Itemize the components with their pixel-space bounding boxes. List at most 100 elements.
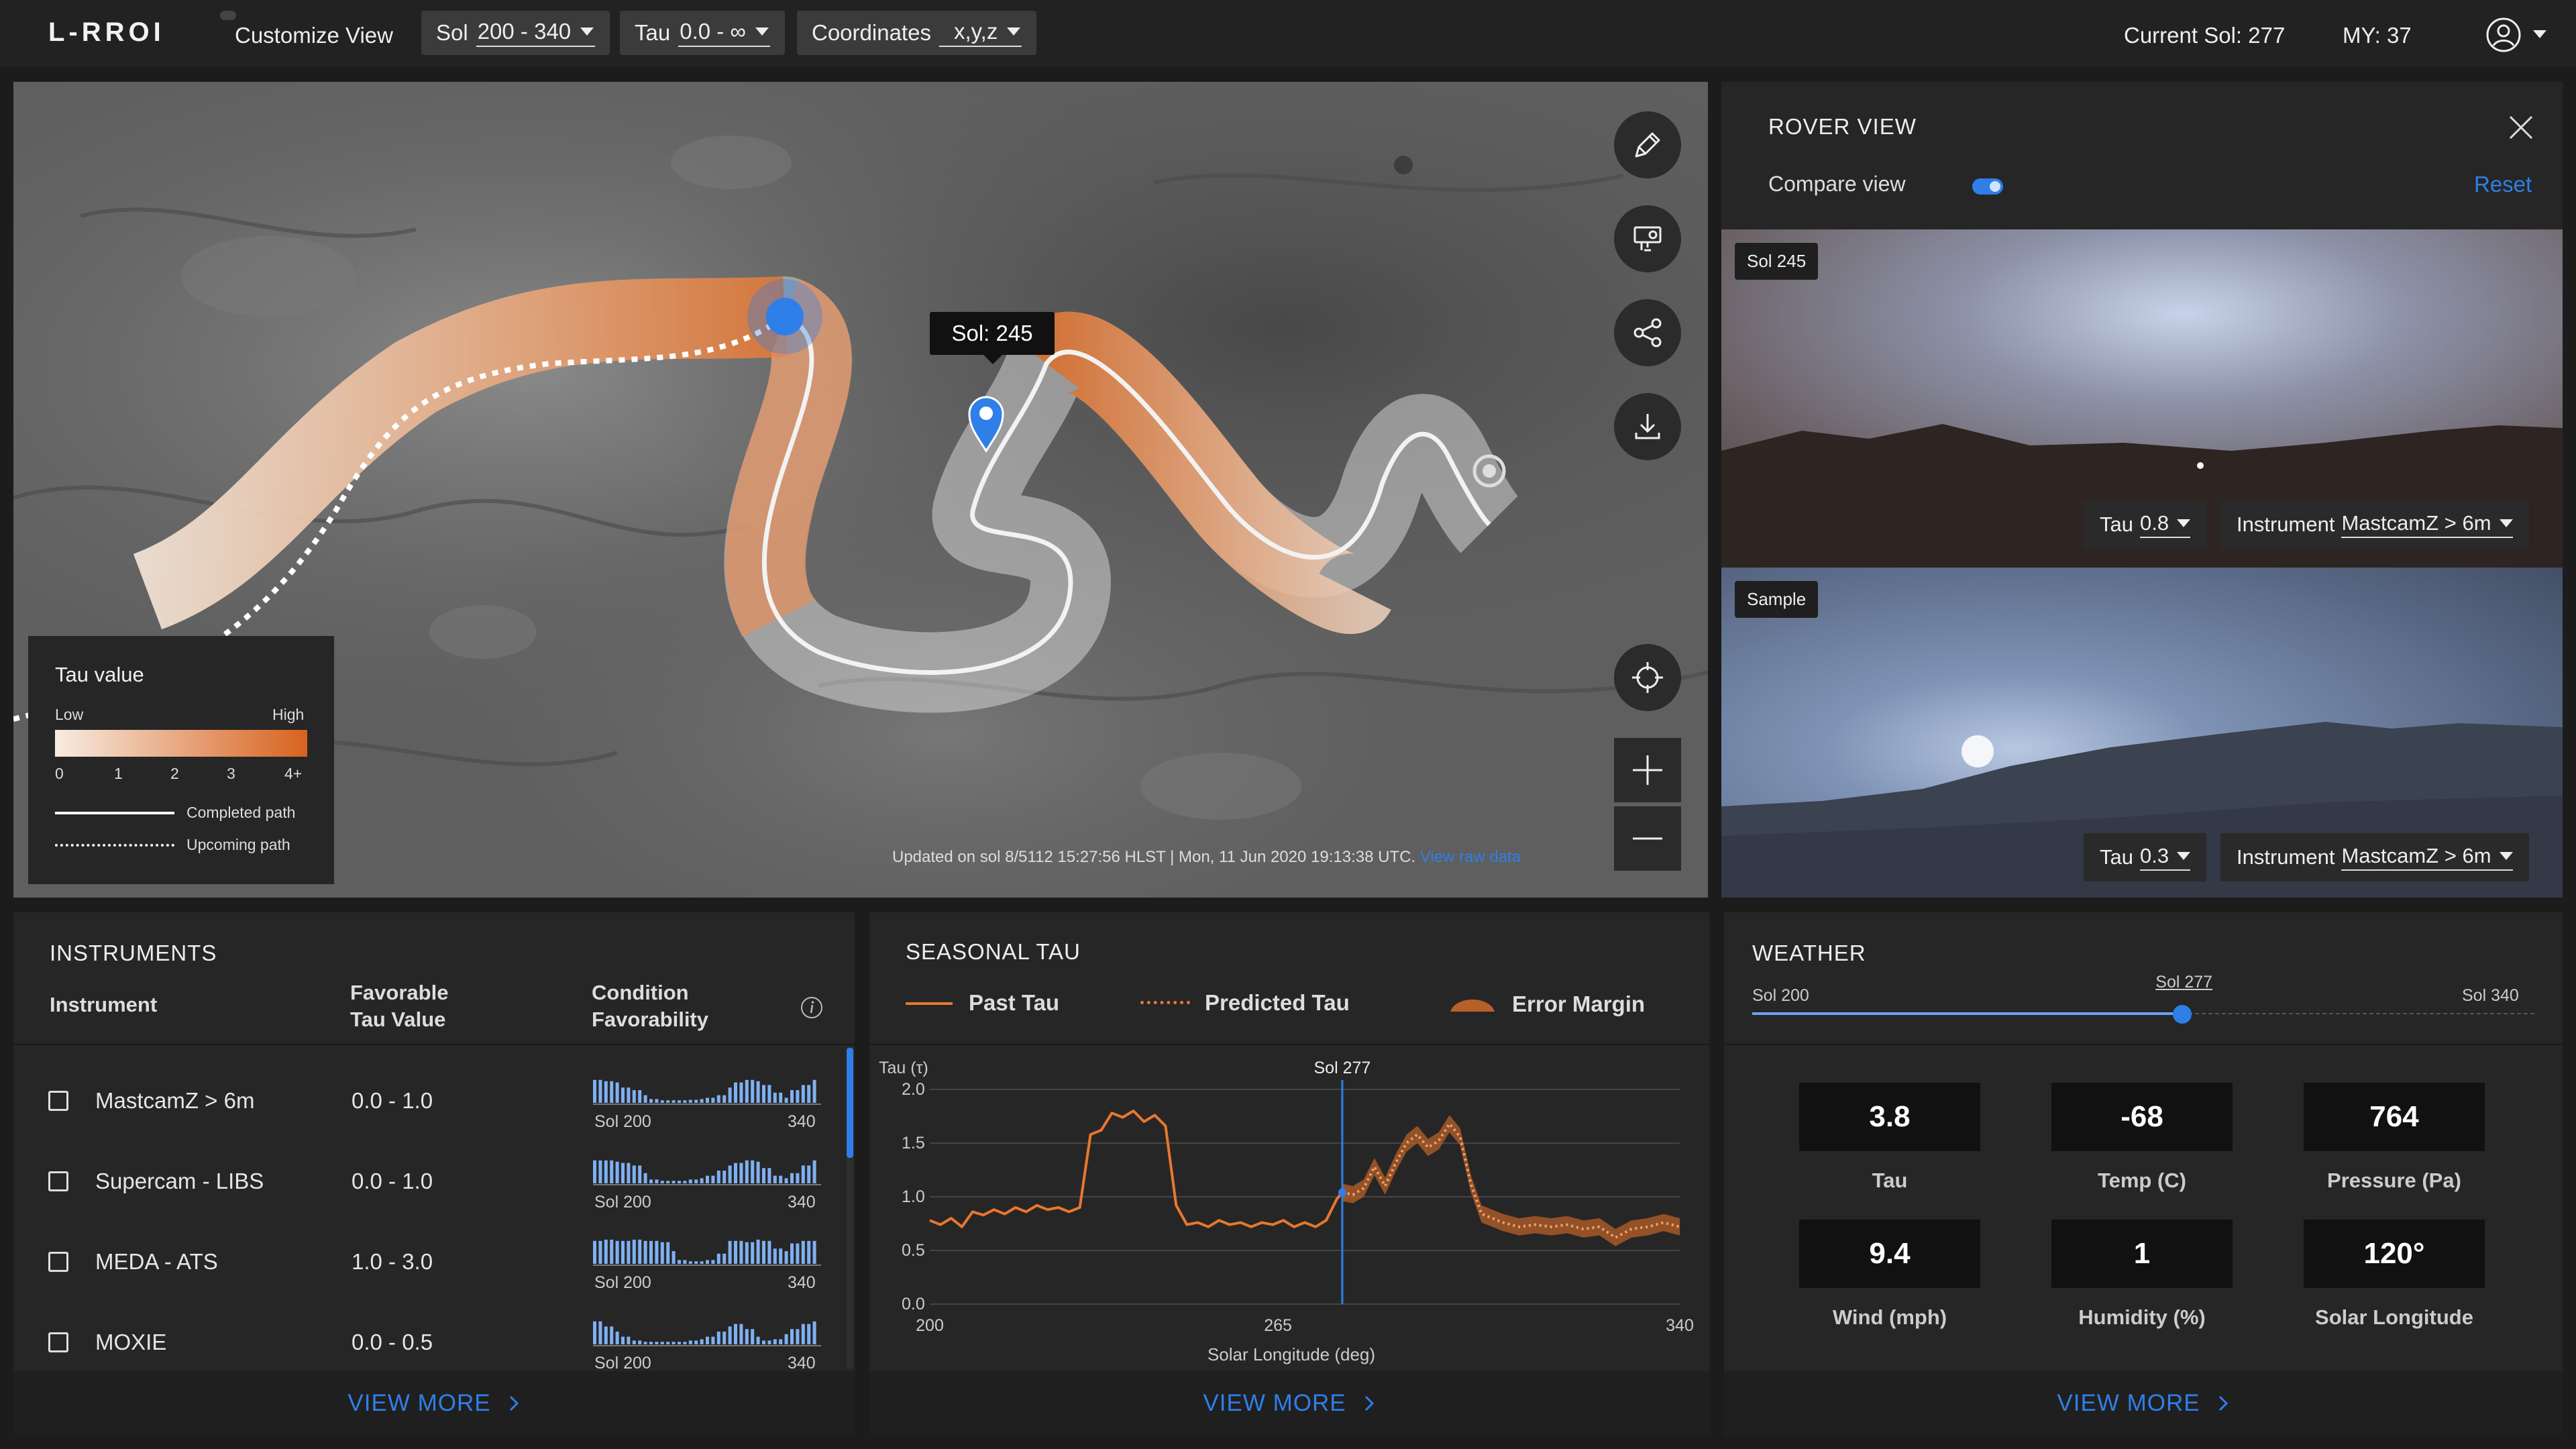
sparkline-bar [773,1339,777,1344]
user-account-icon[interactable] [2485,16,2522,54]
legend-high: High [272,706,305,723]
y-tick-label: 0.5 [902,1241,925,1260]
pen-tool-icon [1635,132,1660,158]
sparkline-bar [688,1261,692,1264]
share-button[interactable] [1614,299,1681,366]
current-sol-point [1338,1188,1346,1197]
weather-view-more[interactable]: VIEW MORE [1724,1371,2563,1436]
sol-filter-label: Sol [436,20,468,45]
sparkline-bar [739,1163,743,1183]
user-menu-chevron-icon[interactable] [2533,30,2546,38]
customize-toggle[interactable] [220,11,236,20]
customize-view-button[interactable]: Customize View [235,23,393,48]
chevron-down-icon [755,28,769,36]
favorable-tau-range: 0.0 - 1.0 [352,1169,433,1193]
chevron-down-icon [2499,852,2513,860]
close-icon[interactable] [2506,113,2536,142]
download-button[interactable] [1614,393,1681,460]
photo-tau-select[interactable]: Tau 0.8 [2084,500,2207,549]
sparkline-bar [756,1239,760,1264]
sparkline-start-label: Sol 200 [594,1354,651,1373]
sparkline-bar [598,1160,602,1183]
info-icon[interactable] [800,996,824,1020]
view-raw-data-link[interactable]: View raw data [1420,848,1521,866]
sparkline-bar [756,1161,760,1183]
sparkline-bar [762,1168,765,1183]
sparkline-bar [688,1179,692,1183]
sparkline-bar [593,1079,596,1103]
sparkline-bar [706,1175,709,1183]
favorability-sparkline [593,1239,821,1266]
table-row: Supercam - LIBS 0.0 - 1.0 Sol 200 340 [13,1146,839,1220]
compare-view-toggle[interactable] [1972,178,2003,195]
table-row: MOXIE 0.0 - 0.5 Sol 200 340 [13,1307,839,1381]
sparkline-bar [779,1339,783,1344]
sample-instrument-select[interactable]: Instrument MastcamZ > 6m [2220,833,2529,881]
tau-legend: Tau value Low High 0 1 2 3 4+ Completed … [28,636,334,884]
sparkline-bar [593,1321,596,1344]
sparkline-bar [762,1240,765,1264]
pen-tool-button[interactable] [1614,111,1681,178]
weather-label: Solar Longitude [2315,1305,2473,1329]
sparkline-bar [807,1240,811,1264]
x-tick-label: 340 [1666,1316,1694,1335]
instrument-checkbox[interactable] [48,1332,68,1352]
instrument-checkbox[interactable] [48,1252,68,1272]
reset-button[interactable]: Reset [2474,172,2532,197]
tau-filter-label: Tau [635,20,671,45]
seasonal-view-more[interactable]: VIEW MORE [869,1371,1709,1436]
header-divider [1724,1044,2563,1045]
crosshair-icon [1632,662,1663,693]
sparkline-bar [801,1240,805,1264]
error-margin-swatch [1450,1000,1495,1012]
legend-past-tau: Past Tau [969,990,1060,1015]
projector-button[interactable] [1614,205,1681,272]
zoom-in-button[interactable] [1614,738,1681,802]
sparkline-bar [734,1082,737,1103]
photo-instrument-select[interactable]: Instrument MastcamZ > 6m [2220,500,2529,549]
zoom-out-button[interactable] [1614,806,1681,871]
sparkline-bar [694,1340,698,1344]
sparkline-bar [694,1179,698,1183]
sample-tau-select[interactable]: Tau 0.3 [2084,833,2207,881]
weather-label: Temp (C) [2097,1169,2187,1192]
current-sol-label: Sol 277 [1314,1059,1371,1077]
sparkline-start-label: Sol 200 [594,1273,651,1292]
recenter-button[interactable] [1614,644,1681,711]
slider-current-label: Sol 277 [2155,973,2213,991]
sparkline-bar [762,1340,765,1344]
legend-upcoming: Upcoming path [186,836,290,853]
sparkline-bar [716,1253,720,1264]
instrument-name: MOXIE [95,1330,167,1354]
sparkline-bar [739,1082,743,1103]
sparkline-bar [751,1242,755,1264]
sparkline-bar [716,1171,720,1183]
sparkline-end-label: 340 [788,1193,816,1212]
instruments-view-more[interactable]: VIEW MORE [13,1371,855,1436]
sparkline-bar [722,1095,727,1103]
projector-icon [1633,226,1662,252]
sparkline-bar [790,1090,794,1103]
sample-instrument-label: Instrument [2237,845,2335,869]
sparkline-bar [683,1181,687,1183]
coordinates-filter[interactable]: Coordinates x,y,z [797,11,1037,55]
sparkline-bar [672,1181,676,1183]
zoom-in-icon [1633,755,1662,785]
legend-error-margin: Error Margin [1512,991,1646,1016]
tau-filter[interactable]: Tau 0.0 - ∞ [620,11,785,55]
scrollbar-thumb[interactable] [847,1048,853,1158]
col-condition: Condition Favorability [592,979,708,1034]
sparkline-bar [678,1181,681,1183]
sparkline-bar [666,1242,670,1264]
seasonal-tau-chart[interactable]: 0.0 0.5 1.0 1.5 2.0 200 265 340 Tau (τ) Solar Lon… [869,1046,1709,1371]
sol-filter[interactable]: Sol 200 - 340 [421,11,610,55]
instrument-checkbox[interactable] [48,1091,68,1111]
terrain-map[interactable]: Sol: 245 Updated on sol 8/5112 15:27:56 … [13,82,1708,898]
rover-photo-sol: Sol 245 Tau 0.8 Instrument MastcamZ > 6m [1721,229,2563,566]
instrument-checkbox[interactable] [48,1171,68,1191]
sparkline-bar [700,1178,704,1183]
sparkline-bar [604,1326,608,1344]
sol-slider-handle[interactable] [2173,1005,2192,1024]
col-favorable-line1: Favorable [350,981,449,1004]
sparkline-end-label: 340 [788,1273,816,1292]
